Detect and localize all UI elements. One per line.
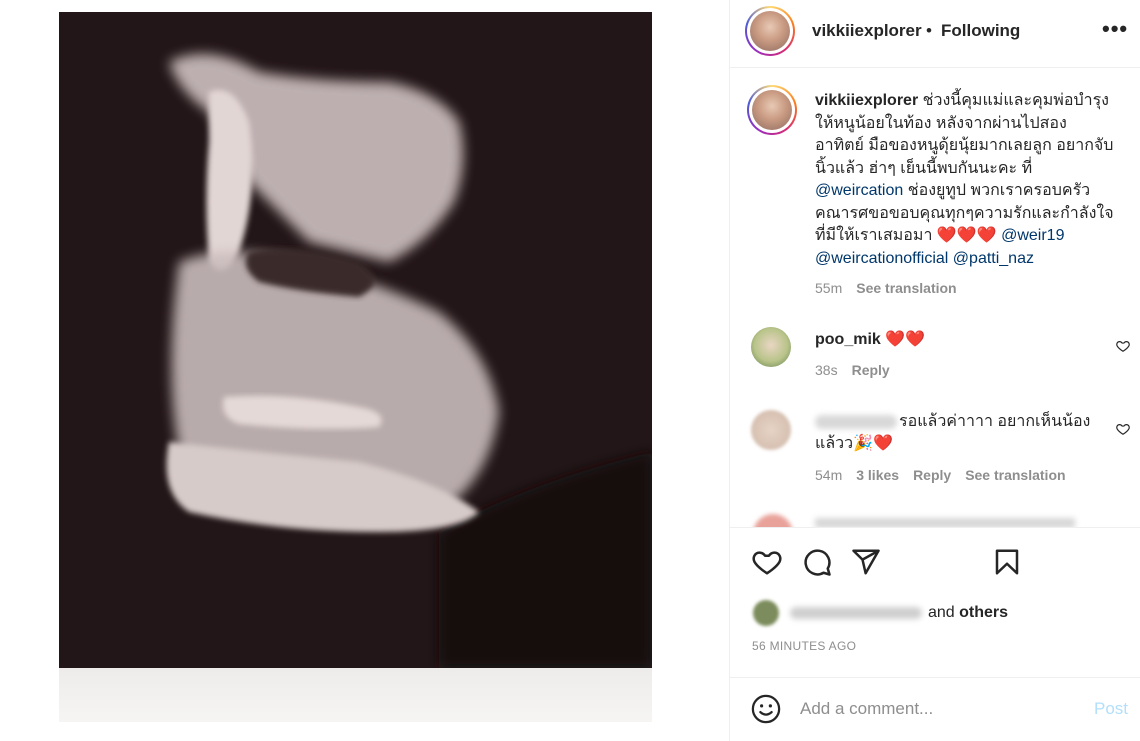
author-avatar[interactable] (745, 6, 795, 56)
comment-meta: 54m 3 likes Reply See translation (815, 467, 1066, 483)
post-photo (59, 12, 652, 668)
header-separator: • (926, 21, 932, 40)
following-button[interactable]: Following (941, 21, 1020, 41)
blurred-liker-name (790, 607, 922, 619)
comment-time: 54m (815, 467, 843, 483)
post-comment-button[interactable]: Post (1094, 699, 1128, 719)
comment-likes-count[interactable]: 3 likes (856, 467, 899, 483)
post-media[interactable] (59, 12, 652, 722)
likes-and-text: and (928, 604, 955, 621)
caption-hearts: ❤️❤️❤️ (936, 227, 997, 244)
caption-time: 55m (815, 280, 843, 296)
comment-meta: 38s Reply (815, 362, 890, 378)
hands-photo-illustration (59, 12, 652, 668)
caption-author-avatar[interactable] (747, 85, 797, 135)
commenter-avatar[interactable] (751, 410, 791, 450)
likes-summary[interactable]: and others (928, 604, 1008, 622)
post-actions: and others 56 MINUTES AGO (730, 527, 1140, 677)
save-bookmark-icon[interactable] (992, 547, 1022, 577)
blurred-comment (815, 518, 1075, 527)
photo-bottom-border (59, 668, 652, 722)
post-caption: vikkiiexplorer ช่วงนี้คุมแม่และคุมพ่อบำร… (815, 90, 1115, 270)
blurred-username (815, 414, 897, 429)
mention-link[interactable]: @weircation (815, 182, 903, 199)
comment-item: poo_mik ❤️❤️ (815, 329, 925, 349)
add-comment-input[interactable] (800, 696, 1080, 722)
see-translation-link[interactable]: See translation (965, 467, 1065, 483)
commenter-avatar[interactable] (753, 514, 793, 527)
mention-link[interactable]: @weir19 (1001, 227, 1064, 244)
comment-username[interactable]: poo_mik (815, 331, 881, 348)
commenter-avatar[interactable] (751, 327, 791, 367)
emoji-icon[interactable] (751, 694, 781, 724)
post-header: vikkiiexplorer • Following ••• (730, 0, 1140, 68)
comment-like-icon[interactable] (1116, 339, 1130, 353)
author-username[interactable]: vikkiiexplorer (812, 21, 922, 41)
add-comment-bar: Post (730, 677, 1140, 741)
comment-item: รอแล้วค่าาาา อยากเห็นน้องแล้วว🎉❤️ (815, 411, 1105, 455)
comment-time: 38s (815, 362, 838, 378)
caption-username[interactable]: vikkiiexplorer (815, 92, 918, 109)
see-translation-link[interactable]: See translation (856, 280, 956, 296)
comment-bubble-icon[interactable] (802, 547, 832, 577)
likes-others-link[interactable]: others (959, 604, 1008, 621)
share-send-icon[interactable] (851, 547, 881, 577)
reply-link[interactable]: Reply (913, 467, 951, 483)
comment-like-icon[interactable] (1116, 422, 1130, 436)
caption-meta: 55m See translation (815, 280, 957, 296)
like-heart-icon[interactable] (752, 547, 782, 577)
post-timestamp: 56 MINUTES AGO (752, 639, 857, 653)
liker-avatar[interactable] (753, 600, 779, 626)
mention-link[interactable]: @weircationofficial (815, 250, 948, 267)
mention-link[interactable]: @patti_naz (953, 250, 1034, 267)
post-side-panel: vikkiiexplorer • Following ••• vikkiiexp… (729, 0, 1140, 741)
reply-link[interactable]: Reply (852, 362, 890, 378)
comment-text: ❤️❤️ (885, 331, 926, 348)
more-options-icon[interactable]: ••• (1102, 16, 1128, 42)
comments-section[interactable]: vikkiiexplorer ช่วงนี้คุมแม่และคุมพ่อบำร… (730, 69, 1140, 527)
